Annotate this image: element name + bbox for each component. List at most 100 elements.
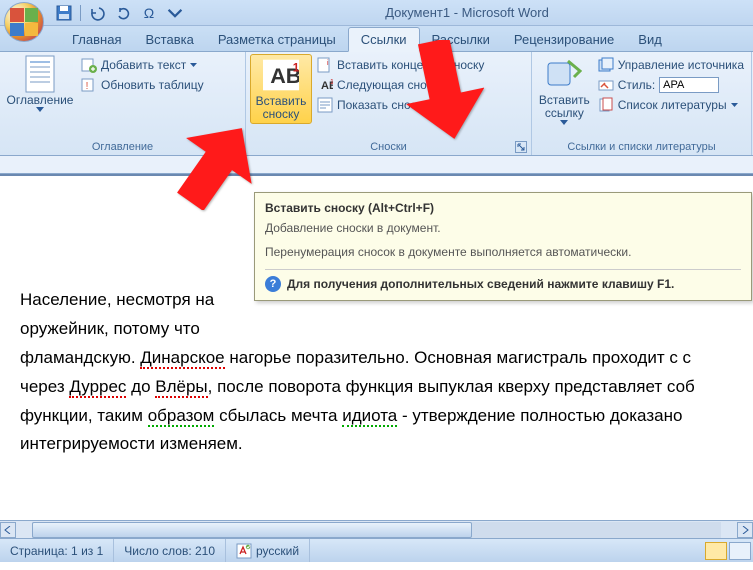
chevron-down-icon: [560, 120, 568, 126]
save-icon: [56, 5, 72, 21]
doc-text: Население, несмотря на: [20, 290, 214, 309]
tooltip-help: Для получения дополнительных сведений на…: [287, 277, 674, 291]
group-footnotes-label: Сноски: [250, 139, 527, 155]
status-language-label: русский: [256, 544, 299, 558]
window-title: Документ1 - Microsoft Word: [185, 5, 749, 20]
tab-home[interactable]: Главная: [60, 28, 133, 51]
doc-text: , после поворота функция выпуклая кверху…: [208, 377, 695, 396]
ribbon: Оглавление Добавить текст ! Обновить таб…: [0, 52, 753, 156]
bibliography-label: Список литературы: [618, 98, 727, 112]
group-citations: Вставить ссылку Управление источника Сти…: [532, 52, 752, 155]
group-footnotes: AB1 Вставить сноску i Вставить концевую …: [246, 52, 532, 155]
insert-footnote-button[interactable]: AB1 Вставить сноску: [250, 54, 312, 124]
scroll-thumb[interactable]: [32, 522, 472, 538]
doc-text: образом: [148, 406, 215, 427]
dialog-launcher-icon: [517, 143, 525, 151]
chevron-down-icon: [731, 103, 738, 108]
language-icon: [236, 543, 252, 559]
status-words[interactable]: Число слов: 210: [114, 539, 226, 562]
tab-layout[interactable]: Разметка страницы: [206, 28, 348, 51]
manage-sources-button[interactable]: Управление источника: [595, 56, 747, 74]
chevron-down-icon: [167, 5, 183, 21]
svg-text:!: !: [86, 81, 89, 92]
update-toc-button[interactable]: ! Обновить таблицу: [78, 76, 207, 94]
tooltip-title: Вставить сноску (Alt+Ctrl+F): [265, 201, 741, 215]
office-button[interactable]: [4, 2, 44, 42]
style-label: Стиль:: [618, 78, 655, 92]
omega-button[interactable]: Ω: [139, 3, 159, 23]
doc-text: Динарское: [140, 348, 224, 369]
chevron-down-icon: [36, 107, 44, 113]
annotation-arrow-1: [176, 120, 256, 215]
scroll-track[interactable]: [32, 522, 721, 538]
scroll-right-button[interactable]: [737, 522, 753, 538]
view-print-layout[interactable]: [705, 542, 727, 560]
add-text-button[interactable]: Добавить текст: [78, 56, 207, 74]
scroll-left-button[interactable]: [0, 522, 16, 538]
group-citations-label: Ссылки и списки литературы: [536, 139, 747, 155]
doc-text: Влёры: [155, 377, 207, 398]
doc-text: через: [20, 377, 69, 396]
chevron-down-icon: [190, 63, 197, 68]
repeat-icon: [115, 5, 131, 21]
bibliography-button[interactable]: Список литературы: [595, 96, 747, 114]
footnote-icon: AB1: [263, 57, 299, 93]
style-input[interactable]: [659, 77, 719, 93]
insert-citation-button[interactable]: Вставить ссылку: [536, 54, 593, 128]
quick-access-toolbar: Ω: [54, 3, 185, 23]
tooltip: Вставить сноску (Alt+Ctrl+F) Добавление …: [254, 192, 752, 301]
doc-text: - утверждение полностью доказано: [397, 406, 682, 425]
horizontal-scrollbar[interactable]: [0, 520, 753, 538]
doc-text: функции, таким: [20, 406, 148, 425]
endnote-icon: i: [317, 57, 333, 73]
insert-citation-label: Вставить ссылку: [538, 94, 591, 120]
svg-text:1: 1: [293, 61, 299, 74]
bibliography-icon: [598, 97, 614, 113]
doc-text: сбылась мечта: [214, 406, 342, 425]
doc-text: нагорье поразительно. Основная магистрал…: [225, 348, 691, 367]
title-bar: Ω Документ1 - Microsoft Word: [0, 0, 753, 26]
manage-sources-label: Управление источника: [618, 58, 744, 72]
chevron-right-icon: [741, 526, 749, 534]
footnotes-dialog-launcher[interactable]: [515, 141, 527, 153]
status-language[interactable]: русский: [226, 539, 310, 562]
doc-text: интегрируемости изменяем.: [20, 434, 243, 453]
undo-button[interactable]: [87, 3, 107, 23]
style-icon: [598, 77, 614, 93]
status-bar: Страница: 1 из 1 Число слов: 210 русский: [0, 538, 753, 562]
qat-customize[interactable]: [165, 3, 185, 23]
toc-label: Оглавление: [7, 94, 74, 107]
add-text-icon: [81, 57, 97, 73]
save-button[interactable]: [54, 3, 74, 23]
update-toc-label: Обновить таблицу: [101, 78, 204, 92]
repeat-button[interactable]: [113, 3, 133, 23]
update-icon: !: [81, 77, 97, 93]
manage-sources-icon: [598, 57, 614, 73]
citation-icon: [546, 56, 582, 92]
doc-text: до: [126, 377, 155, 396]
status-page[interactable]: Страница: 1 из 1: [0, 539, 114, 562]
ruler[interactable]: [0, 156, 753, 174]
style-selector[interactable]: Стиль:: [595, 76, 747, 94]
doc-text: фламандскую.: [20, 348, 140, 367]
doc-text: идиота: [342, 406, 397, 427]
doc-text: Дуррес: [69, 377, 126, 398]
tooltip-line2: Перенумерация сносок в документе выполня…: [265, 245, 741, 259]
undo-icon: [89, 5, 105, 21]
tab-view[interactable]: Вид: [626, 28, 674, 51]
tooltip-line1: Добавление сноски в документ.: [265, 221, 741, 235]
toc-button[interactable]: Оглавление: [4, 54, 76, 115]
doc-text: оружейник, потому что: [20, 319, 205, 338]
show-notes-icon: [317, 97, 333, 113]
view-full-screen[interactable]: [729, 542, 751, 560]
add-text-label: Добавить текст: [101, 58, 186, 72]
toc-icon: [22, 56, 58, 92]
tab-insert[interactable]: Вставка: [133, 28, 205, 51]
omega-icon: Ω: [141, 5, 157, 21]
next-footnote-icon: AB1: [317, 77, 333, 93]
tab-review[interactable]: Рецензирование: [502, 28, 626, 51]
document-area[interactable]: Вставить сноску (Alt+Ctrl+F) Добавление …: [0, 174, 753, 520]
svg-text:Ω: Ω: [144, 5, 154, 21]
help-icon: ?: [265, 276, 281, 292]
annotation-arrow-2: [404, 40, 484, 145]
